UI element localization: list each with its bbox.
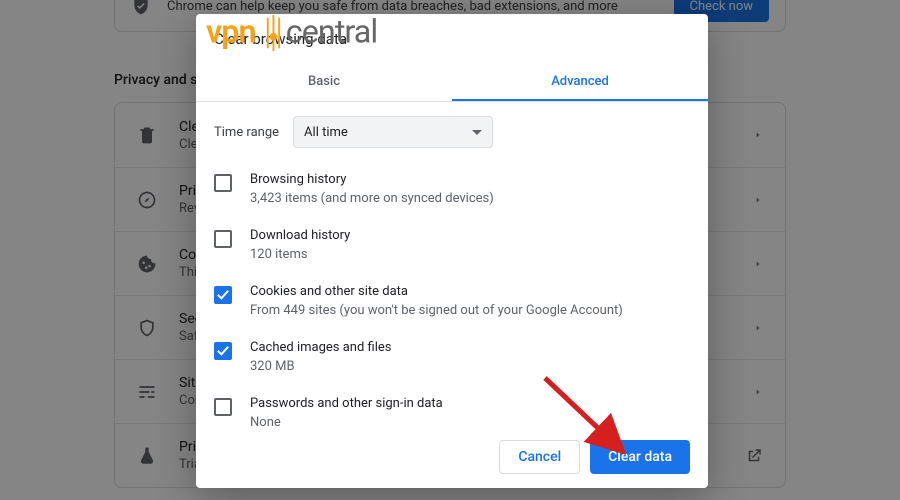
checkbox[interactable] (214, 398, 232, 416)
clear-browsing-data-dialog: Clear browsing data Basic Advanced Time … (196, 14, 708, 488)
checkbox[interactable] (214, 342, 232, 360)
tab-advanced[interactable]: Advanced (452, 62, 708, 101)
tab-basic[interactable]: Basic (196, 62, 452, 101)
time-range-value: All time (304, 125, 348, 140)
option-cookies[interactable]: Cookies and other site dataFrom 449 site… (214, 276, 690, 332)
cancel-button[interactable]: Cancel (499, 440, 580, 474)
dialog-title: Clear browsing data (196, 14, 708, 62)
option-download-history[interactable]: Download history120 items (214, 220, 690, 276)
checkbox[interactable] (214, 230, 232, 248)
option-cached[interactable]: Cached images and files320 MB (214, 332, 690, 388)
checkbox[interactable] (214, 286, 232, 304)
clear-data-button[interactable]: Clear data (590, 440, 690, 474)
dialog-tabs: Basic Advanced (196, 62, 708, 102)
time-range-select[interactable]: All time (293, 116, 493, 148)
option-passwords[interactable]: Passwords and other sign-in dataNone (214, 388, 690, 428)
checkbox[interactable] (214, 174, 232, 192)
dialog-footer: vpn central Cancel Clear data (196, 428, 708, 488)
option-browsing-history[interactable]: Browsing history3,423 items (and more on… (214, 164, 690, 220)
dialog-scroll-area[interactable]: Time range All time Browsing history3,42… (196, 102, 694, 428)
time-range-label: Time range (214, 125, 279, 140)
chevron-down-icon (472, 130, 482, 140)
